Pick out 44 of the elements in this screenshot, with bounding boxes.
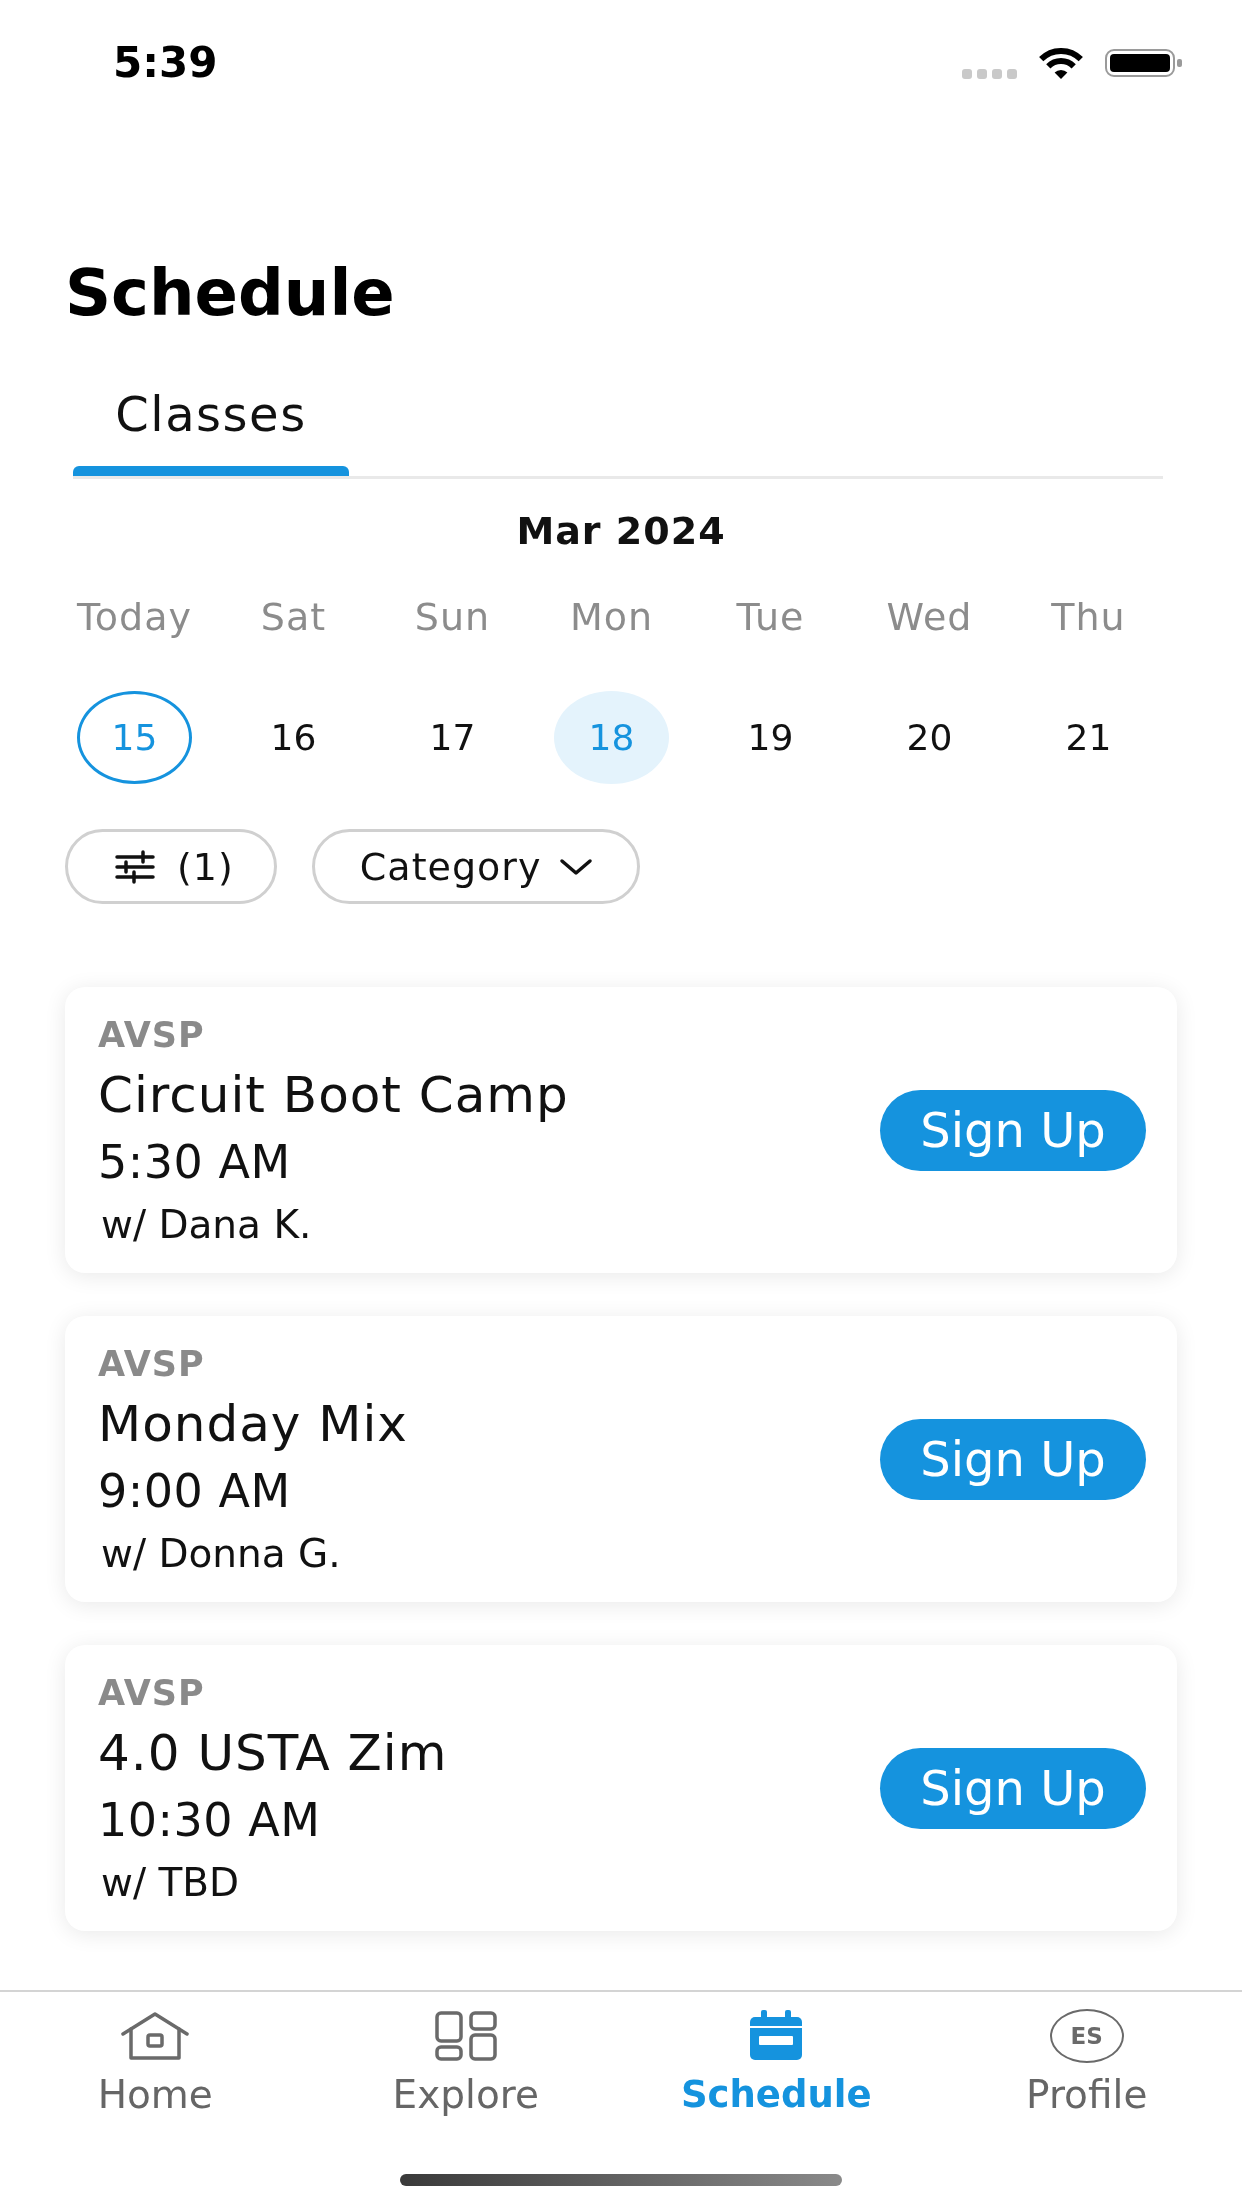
- date-button[interactable]: 19: [713, 691, 828, 784]
- class-name: Circuit Boot Camp: [98, 1066, 569, 1124]
- chevron-down-icon: [559, 857, 594, 876]
- weekday-label: Today: [77, 597, 192, 637]
- weekday-label: Tue: [736, 597, 805, 637]
- instructor-name: w/ Donna G.: [101, 1531, 341, 1577]
- page-title: Schedule: [65, 255, 395, 332]
- date-button[interactable]: 20: [872, 691, 987, 784]
- tab-bar-item[interactable]: ES Profile: [1026, 2008, 1148, 2117]
- class-time: 5:30 AM: [98, 1135, 291, 1189]
- tab[interactable]: Classes: [73, 340, 349, 476]
- tab-bar-item[interactable]: Explore: [392, 2008, 539, 2117]
- class-card[interactable]: AVSP Circuit Boot Camp 5:30 AM w/ Dana K. Sign Up: [65, 987, 1177, 1273]
- weekday-label: Sat: [260, 597, 327, 637]
- class-card[interactable]: AVSP 4.0 USTA Zim 10:30 AM w/ TBD Sign Up: [65, 1645, 1177, 1931]
- location-label: AVSP: [98, 1344, 205, 1384]
- instructor-name: w/ TBD: [101, 1860, 240, 1906]
- battery-icon: [1105, 49, 1183, 77]
- house-icon: [120, 2010, 191, 2061]
- sliders-icon: [115, 849, 155, 884]
- class-time: 9:00 AM: [98, 1464, 291, 1518]
- profile-avatar: ES: [1049, 2008, 1124, 2063]
- weekday-label: Mon: [569, 597, 654, 637]
- weekday-label: Wed: [886, 597, 973, 637]
- category-dropdown[interactable]: Category: [311, 829, 641, 904]
- class-card[interactable]: AVSP Monday Mix 9:00 AM w/ Donna G. Sign Up: [65, 1316, 1177, 1602]
- class-time: 10:30 AM: [98, 1793, 321, 1847]
- date-button[interactable]: 16: [236, 691, 351, 784]
- weekday-label: Thu: [1051, 597, 1126, 637]
- date-button[interactable]: 21: [1031, 691, 1146, 784]
- month-label: Mar 2024: [516, 511, 726, 551]
- class-name: 4.0 USTA Zim: [98, 1724, 448, 1782]
- tab-bar-item[interactable]: Home: [97, 2008, 213, 2117]
- location-label: AVSP: [98, 1015, 205, 1055]
- grid-icon: [434, 2010, 497, 2061]
- signal-icon: [962, 69, 1017, 79]
- weekday-label: Sun: [414, 597, 491, 637]
- location-label: AVSP: [98, 1673, 205, 1713]
- class-name: Monday Mix: [98, 1395, 408, 1453]
- filter-button[interactable]: (1): [65, 829, 277, 904]
- calendar-icon: [748, 2010, 805, 2061]
- date-button[interactable]: 17: [395, 691, 510, 784]
- instructor-name: w/ Dana K.: [101, 1202, 312, 1248]
- clock-time: 5:39: [113, 38, 218, 88]
